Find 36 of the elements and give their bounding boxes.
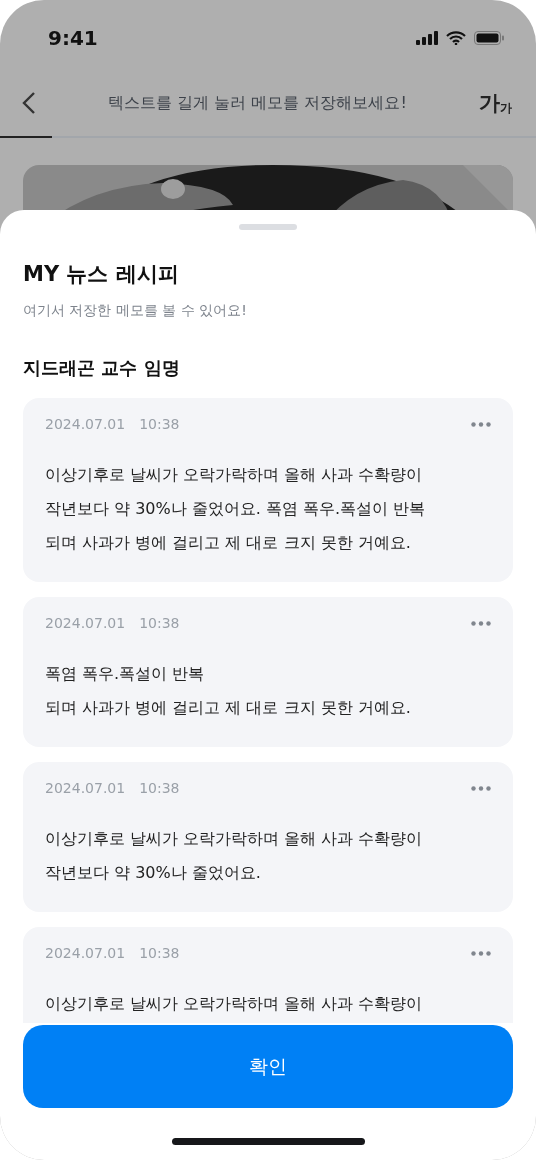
memo-text: 이상기후로 날씨가 오락가락하며 올해 사과 수확량이 작년보다 약 30%나 줄었어요. [45,828,424,884]
back-icon[interactable] [22,91,36,115]
more-icon [471,620,491,626]
more-button[interactable] [471,620,491,626]
battery-icon [474,31,504,45]
sheet-subtitle: 여기서 저장한 메모를 볼 수 있어요! [23,302,248,320]
more-button[interactable] [471,785,491,791]
page-title: 텍스트를 길게 눌러 메모를 저장해보세요! [108,92,407,114]
memo-card[interactable]: 2024.07.01 10:38 이상기후로 날씨가 오락가락하며 올해 사과 수확량이 작년보다 약 30%나 줄었어요. [23,762,513,912]
memo-card[interactable]: 2024.07.01 10:38 이상기후로 날씨가 오락가락하며 올해 사과 수확량이 [23,927,513,1023]
more-icon [471,950,491,956]
section-title: 지드래곤 교수 임명 [23,356,181,380]
more-button[interactable] [471,950,491,956]
memo-date: 2024.07.01 [45,615,126,631]
memo-time: 10:38 [139,945,180,961]
wifi-icon [446,31,466,45]
memo-time: 10:38 [139,416,180,432]
memo-card[interactable]: 2024.07.01 10:38 이상기후로 날씨가 오락가락하며 올해 사과 수확량이 작년보다 약 30%나 줄었어요. 폭염 폭우.폭설이 반복 되며 사과가 병에 걸리고 제 대로 크지 못한 거예요. [23,398,513,582]
memo-text: 이상기후로 날씨가 오락가락하며 올해 사과 수확량이 [45,993,424,1015]
confirm-button[interactable]: 확인 [23,1025,513,1108]
memo-date: 2024.07.01 [45,945,126,961]
memo-text: 이상기후로 날씨가 오락가락하며 올해 사과 수확량이 작년보다 약 30%나 줄었어요. 폭염 폭우.폭설이 반복 되며 사과가 병에 걸리고 제 대로 크지 못한 거예요. [45,464,427,554]
memo-card[interactable]: 2024.07.01 10:38 폭염 폭우.폭설이 반복 되며 사과가 병에 걸리고 제 대로 크지 못한 거예요. [23,597,513,747]
signal-icon [416,31,438,45]
memo-time: 10:38 [139,615,180,631]
font-size-button[interactable]: 가가 [479,89,512,117]
memo-text: 폭염 폭우.폭설이 반복 되며 사과가 병에 걸리고 제 대로 크지 못한 거예요. [45,663,412,719]
sheet-handle[interactable] [239,224,297,230]
sheet-title: MY 뉴스 레시피 [23,261,180,288]
status-time: 9:41 [48,26,98,50]
memo-date: 2024.07.01 [45,416,126,432]
memo-date: 2024.07.01 [45,780,126,796]
more-button[interactable] [471,421,491,427]
memo-time: 10:38 [139,780,180,796]
more-icon [471,421,491,427]
more-icon [471,785,491,791]
